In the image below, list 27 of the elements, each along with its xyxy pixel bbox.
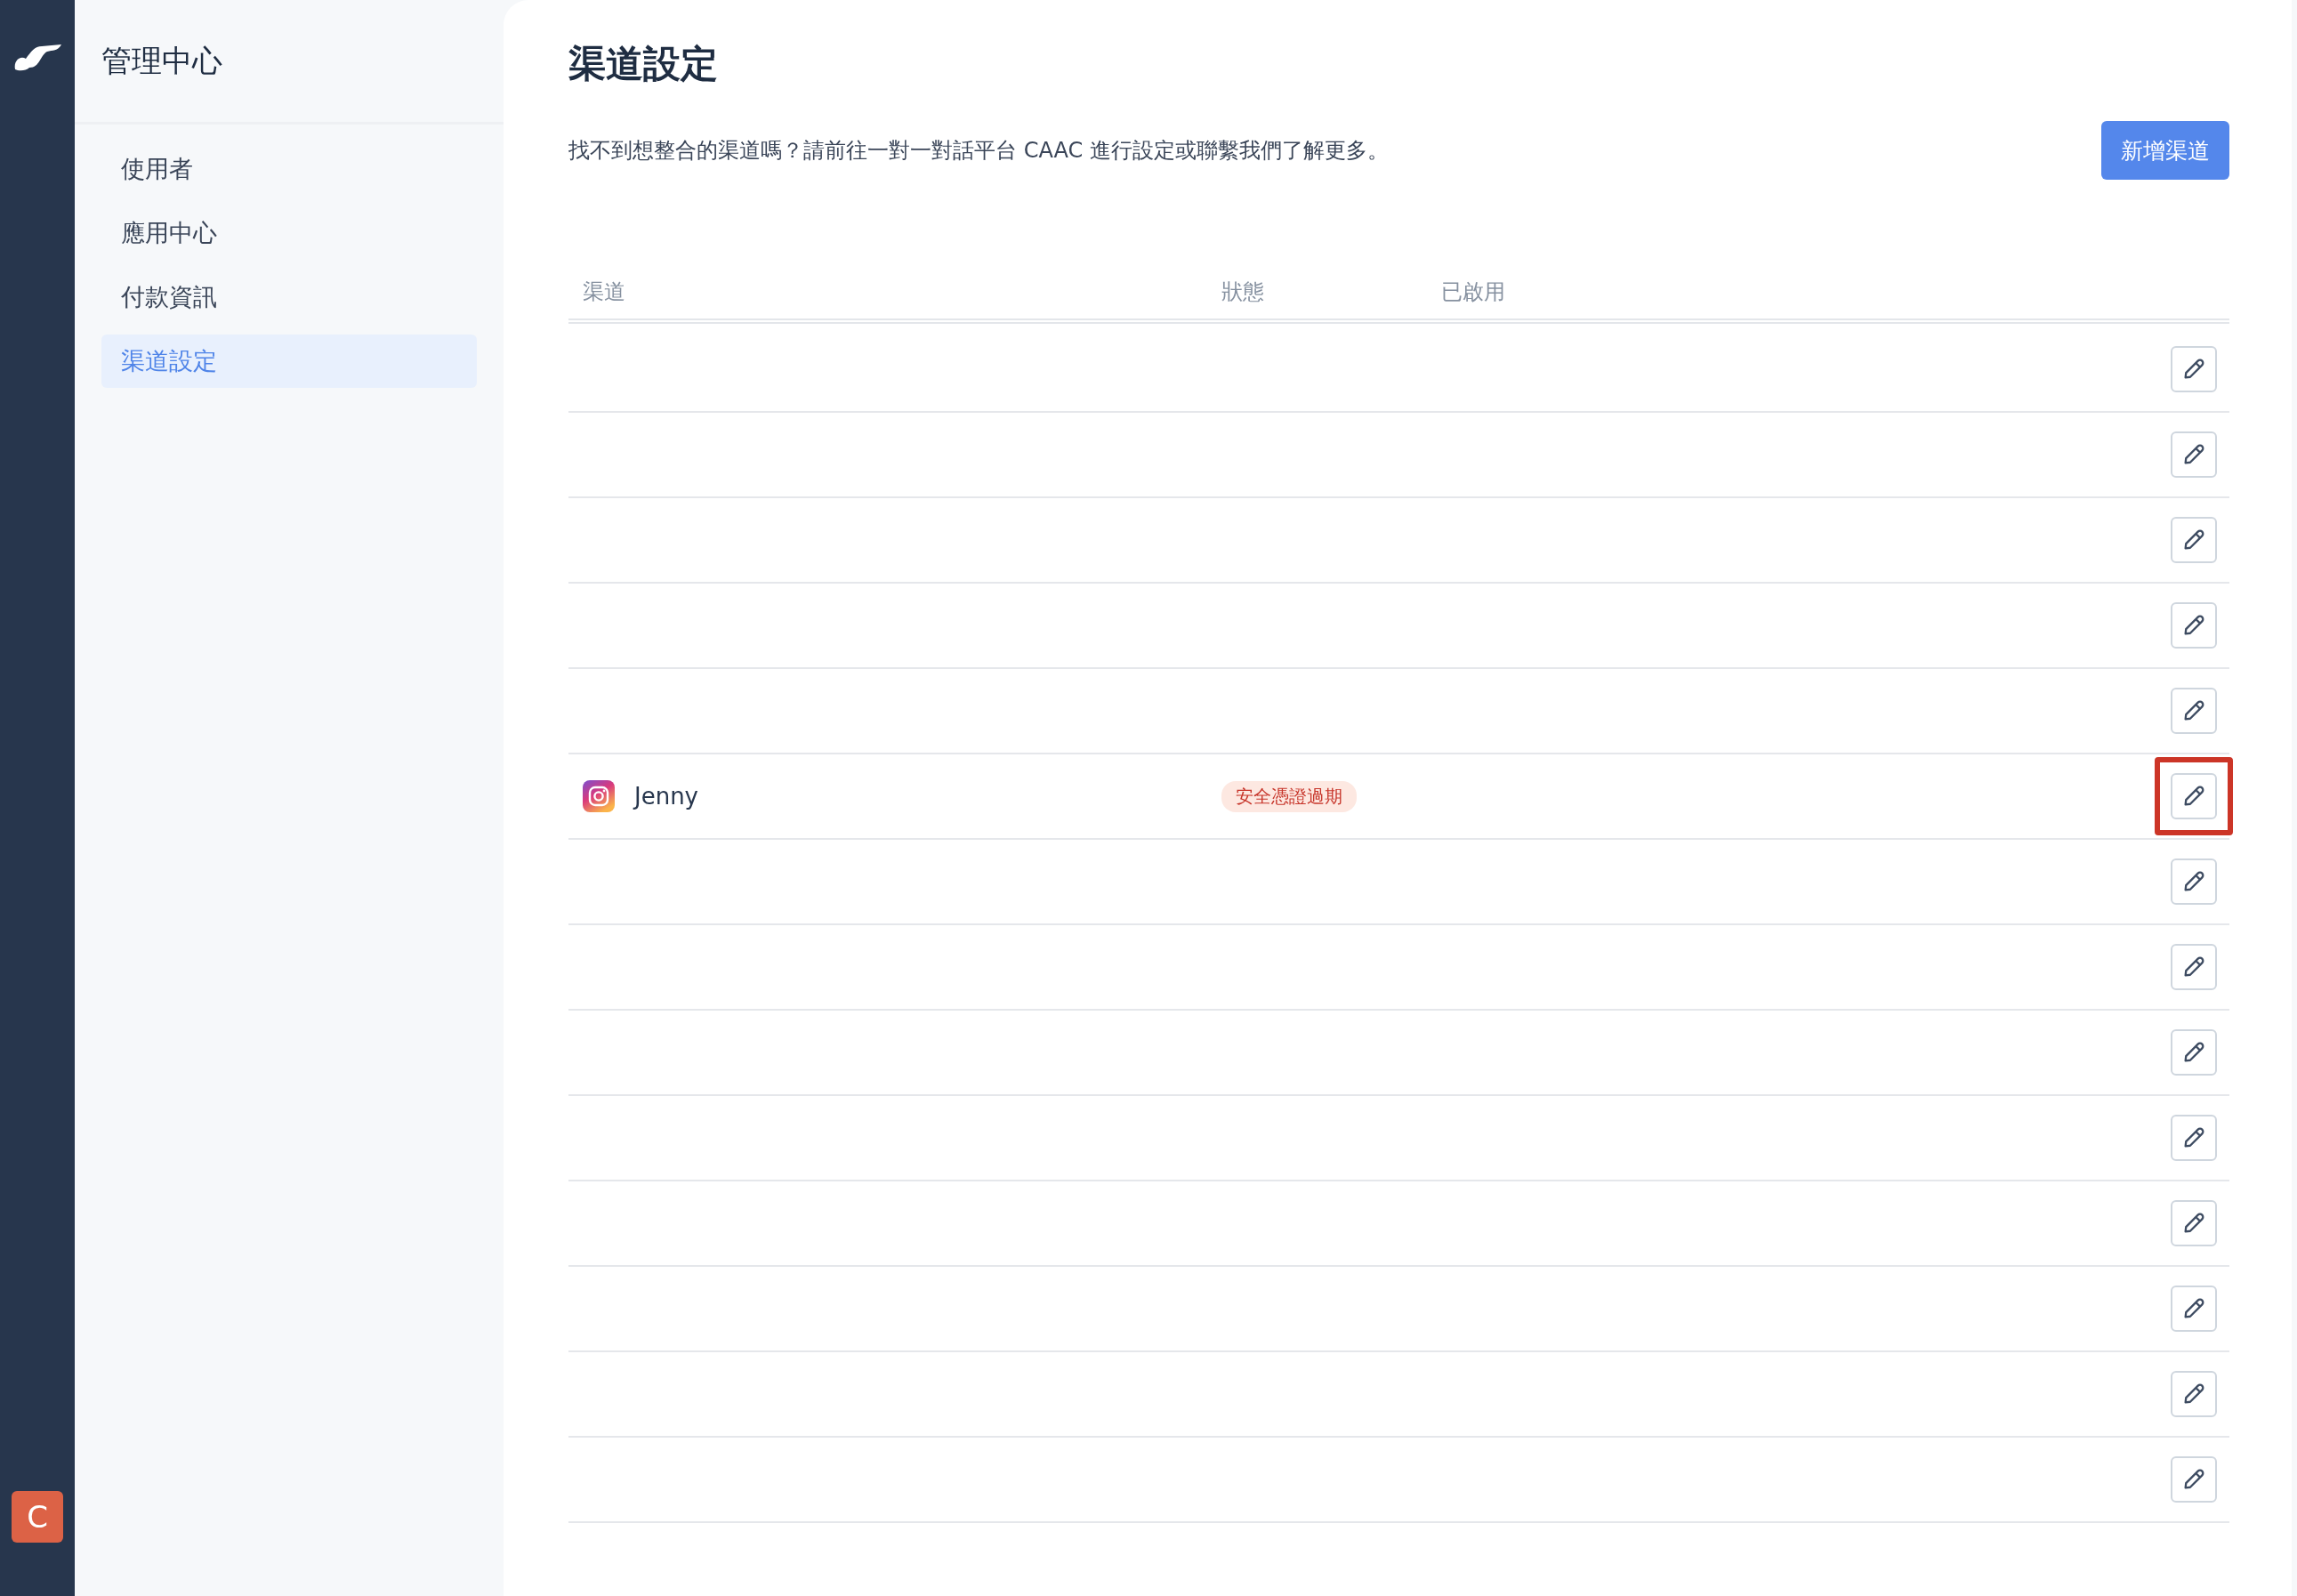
edit-button[interactable]: [2171, 1371, 2217, 1417]
channel-name: Jenny: [634, 783, 698, 810]
column-header: 狀態: [1221, 278, 1264, 306]
sidebar-item[interactable]: 付款資訊: [101, 270, 477, 324]
description-text: 找不到想整合的渠道嗎？請前往一對一對話平台 CAAC 進行設定或聯繫我們了解更多。: [568, 137, 1389, 165]
page-title: 渠道設定: [568, 41, 719, 87]
edit-button[interactable]: [2171, 346, 2217, 392]
sidebar-item[interactable]: 應用中心: [101, 206, 477, 260]
edit-button[interactable]: [2171, 1286, 2217, 1332]
edit-button[interactable]: [2171, 1456, 2217, 1503]
edit-button[interactable]: [2171, 1200, 2217, 1246]
sidebar-item[interactable]: 使用者: [101, 142, 477, 196]
edit-button[interactable]: [2171, 517, 2217, 563]
edit-button[interactable]: [2171, 688, 2217, 734]
edit-button[interactable]: [2171, 1115, 2217, 1161]
edit-button[interactable]: [2171, 1029, 2217, 1076]
sidebar-title: 管理中心: [101, 41, 222, 80]
status-badge: 安全憑證過期: [1221, 780, 1357, 812]
edit-button[interactable]: [2171, 602, 2217, 649]
edit-button[interactable]: [2171, 944, 2217, 990]
edit-button[interactable]: [2171, 858, 2217, 905]
edit-button[interactable]: [2171, 773, 2217, 819]
column-header: 渠道: [583, 278, 625, 306]
user-avatar[interactable]: C: [12, 1491, 63, 1543]
edit-button[interactable]: [2171, 431, 2217, 478]
column-header: 已啟用: [1441, 278, 1505, 306]
instagram-icon: [583, 780, 615, 812]
